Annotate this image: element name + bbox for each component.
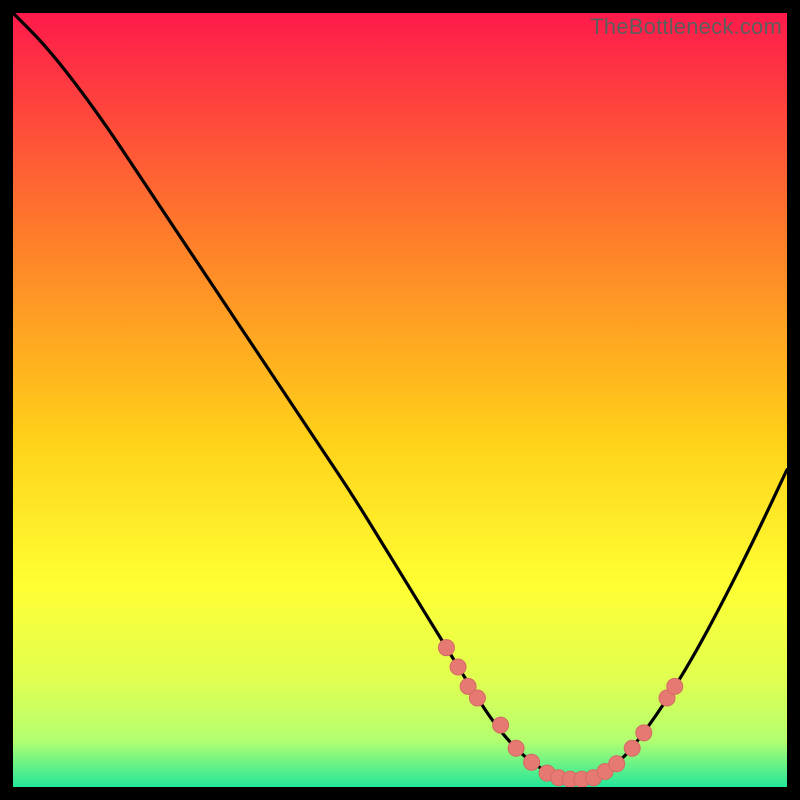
data-marker (469, 690, 485, 706)
data-marker (636, 725, 652, 741)
data-marker (609, 756, 625, 772)
data-marker (438, 640, 454, 656)
data-marker (667, 678, 683, 694)
data-marker (450, 659, 466, 675)
gradient-background (13, 13, 787, 787)
chart-svg (13, 13, 787, 787)
data-marker (508, 740, 524, 756)
chart-plot-area (13, 13, 787, 787)
data-marker (524, 754, 540, 770)
data-marker (624, 740, 640, 756)
data-marker (493, 717, 509, 733)
